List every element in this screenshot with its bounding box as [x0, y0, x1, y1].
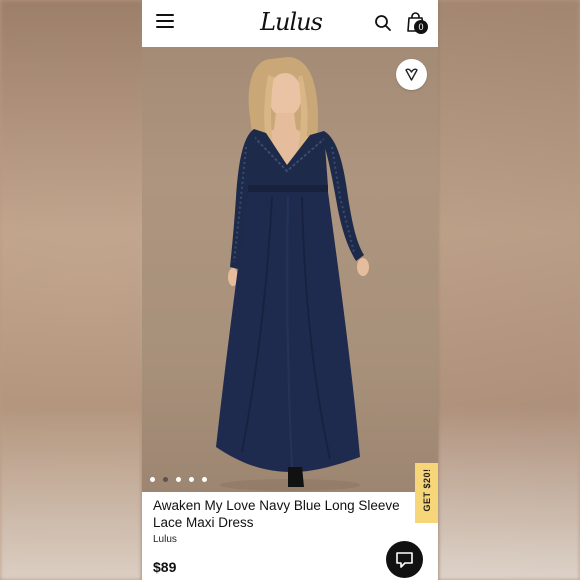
carousel-dot-active[interactable]: [163, 477, 168, 482]
carousel-dot[interactable]: [189, 477, 194, 482]
promo-tab[interactable]: GET $20!: [415, 463, 438, 523]
chat-icon: [396, 552, 413, 568]
heart-icon: [405, 68, 418, 81]
carousel-dot[interactable]: [202, 477, 207, 482]
product-price: $89: [153, 559, 177, 575]
promo-tab-label: GET $20!: [422, 468, 432, 512]
carousel-pagination: [150, 477, 207, 483]
cart-count-badge: 0: [414, 20, 428, 34]
product-title: Awaken My Love Navy Blue Long Sleeve Lac…: [153, 498, 400, 530]
carousel-dot[interactable]: [150, 477, 155, 482]
product-image-carousel[interactable]: [142, 47, 438, 492]
carousel-dot[interactable]: [176, 477, 181, 482]
model-in-dress-photo: [216, 57, 369, 491]
product-brand[interactable]: Lulus: [153, 534, 177, 545]
top-navigation-bar: Lulus 0: [142, 0, 438, 47]
hamburger-menu-icon[interactable]: [156, 14, 174, 30]
phone-screen: Lulus 0 GET $20! Awaken My Love Navy Blu…: [142, 0, 438, 580]
search-icon[interactable]: [374, 14, 392, 32]
lulus-logo[interactable]: Lulus: [260, 6, 323, 38]
chat-button[interactable]: [386, 541, 423, 578]
favorite-button[interactable]: [396, 59, 427, 90]
